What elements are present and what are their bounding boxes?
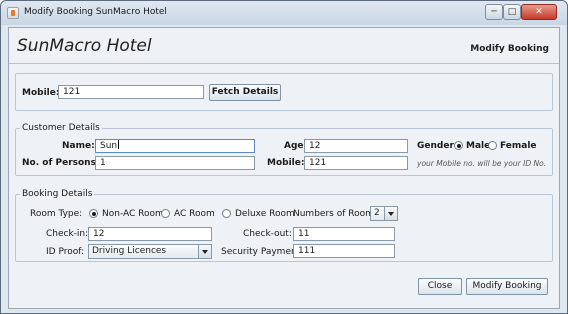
fetch-details-button[interactable]: Fetch Details xyxy=(209,84,281,101)
page-label: Modify Booking xyxy=(470,44,549,54)
close-window-button[interactable]: ✕ xyxy=(521,4,557,20)
checkin-label: Check-in: xyxy=(46,229,89,239)
rooms-count-label: Numbers of Room xyxy=(293,209,374,219)
mobile-lookup-panel: Mobile: 121 Fetch Details xyxy=(15,73,553,111)
id-proof-label: ID Proof: xyxy=(46,247,85,257)
checkout-input[interactable]: 11 xyxy=(293,227,395,241)
gender-female-label[interactable]: Female xyxy=(500,141,537,151)
window-title: Modify Booking SunMacro Hotel xyxy=(24,7,167,17)
title-bar[interactable]: Modify Booking SunMacro Hotel ─ □ ✕ xyxy=(1,1,567,25)
persons-input[interactable]: 1 xyxy=(95,156,255,170)
customer-mobile-label: Mobile: xyxy=(267,158,305,168)
security-payment-input[interactable]: 111 xyxy=(293,244,395,258)
minimize-button[interactable]: ─ xyxy=(485,4,503,20)
room-type-label: Room Type: xyxy=(30,209,83,219)
chevron-down-icon[interactable] xyxy=(198,245,211,258)
brand-title: SunMacro Hotel xyxy=(17,36,152,56)
rooms-count-select[interactable]: 2 xyxy=(370,206,398,221)
gender-female-radio[interactable] xyxy=(488,141,497,150)
checkout-label: Check-out: xyxy=(243,229,292,239)
app-icon xyxy=(7,7,19,19)
name-value: Sun xyxy=(100,141,118,151)
security-payment-label: Security Payment xyxy=(221,247,301,257)
room-nonac-radio[interactable] xyxy=(89,209,98,218)
persons-label: No. of Persons: xyxy=(22,158,100,168)
id-proof-value: Driving Licences xyxy=(92,246,167,256)
room-ac-radio[interactable] xyxy=(161,209,170,218)
booking-details-legend: Booking Details xyxy=(20,189,95,199)
maximize-button[interactable]: □ xyxy=(503,4,521,20)
app-window: Modify Booking SunMacro Hotel ─ □ ✕ SunM… xyxy=(0,0,568,314)
mobile-lookup-input[interactable]: 121 xyxy=(58,85,204,99)
gender-label: Gender: xyxy=(417,141,458,151)
customer-details-legend: Customer Details xyxy=(20,123,102,133)
customer-details-panel: Customer Details Name: Sun Age: 12 Gende… xyxy=(15,123,553,176)
checkin-input[interactable]: 12 xyxy=(88,227,212,241)
header-divider xyxy=(9,63,559,64)
room-deluxe-radio[interactable] xyxy=(222,209,231,218)
name-label: Name: xyxy=(62,141,95,151)
booking-details-panel: Booking Details Room Type: Non-AC Room A… xyxy=(15,189,553,262)
gender-male-label[interactable]: Male xyxy=(466,141,490,151)
close-button[interactable]: Close xyxy=(418,278,462,295)
name-input[interactable]: Sun xyxy=(95,139,255,153)
rooms-count-value: 2 xyxy=(374,208,380,218)
text-caret xyxy=(118,140,120,149)
gender-male-radio[interactable] xyxy=(454,141,463,150)
content-area: SunMacro Hotel Modify Booking Mobile: 12… xyxy=(8,27,560,309)
mobile-lookup-label: Mobile: xyxy=(22,88,60,98)
room-ac-label[interactable]: AC Room xyxy=(174,209,215,219)
room-deluxe-label[interactable]: Deluxe Room xyxy=(235,209,295,219)
room-nonac-label[interactable]: Non-AC Room xyxy=(102,209,164,219)
modify-booking-button[interactable]: Modify Booking xyxy=(466,278,548,295)
age-input[interactable]: 12 xyxy=(304,139,408,153)
id-proof-select[interactable]: Driving Licences xyxy=(88,244,212,259)
chevron-down-icon[interactable] xyxy=(384,207,397,220)
mobile-hint-text: your Mobile no. will be your ID No. xyxy=(417,159,547,168)
customer-mobile-input[interactable]: 121 xyxy=(304,156,408,170)
